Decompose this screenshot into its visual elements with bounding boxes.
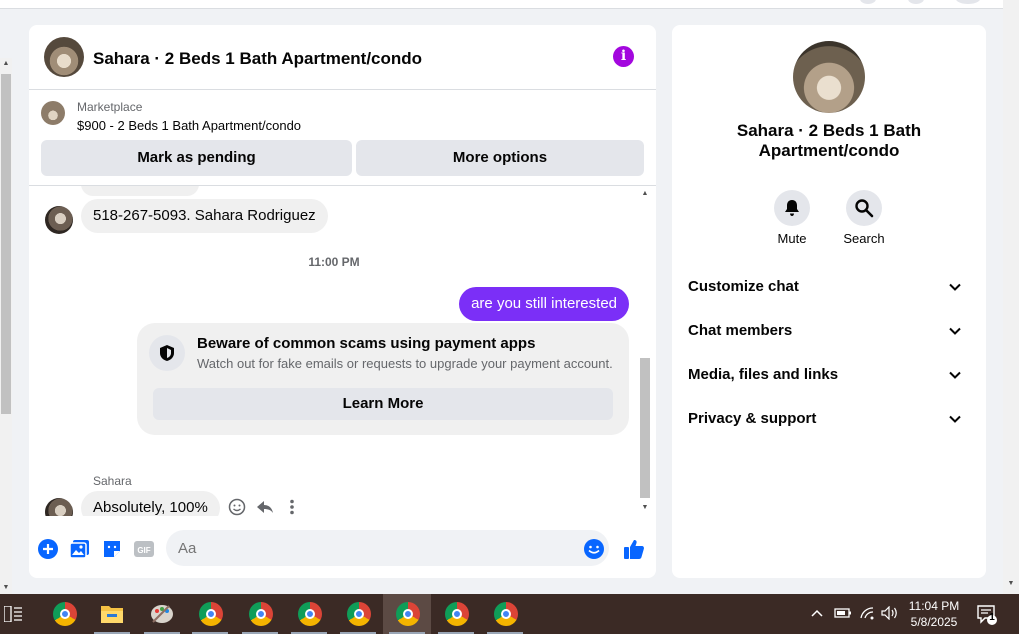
section-chat-members[interactable]: Chat members [688, 322, 972, 346]
chrome-profile-icon[interactable] [334, 594, 382, 634]
more-options-button[interactable]: More options [356, 140, 644, 176]
info-icon[interactable]: i [613, 46, 634, 67]
conversation-info-panel: Sahara · 2 Beds 1 Bath Apartment/condo M… [672, 25, 986, 578]
scroll-down-arrow[interactable]: ▼ [1003, 580, 1019, 592]
chrome-profile-icon[interactable] [236, 594, 284, 634]
mute-label: Mute [777, 231, 807, 246]
file-explorer-icon[interactable] [88, 594, 136, 634]
reply-icon[interactable] [256, 498, 274, 516]
message-scrollbar[interactable]: ▲ ▼ [638, 186, 652, 516]
mark-as-pending-button[interactable]: Mark as pending [41, 140, 352, 176]
conversation-avatar[interactable] [44, 37, 84, 77]
chat-header: Sahara · 2 Beds 1 Bath Apartment/condo i [29, 25, 656, 90]
left-scrollbar[interactable]: ▲ ▼ [0, 58, 12, 594]
shield-icon [149, 335, 185, 371]
section-privacy-support[interactable]: Privacy & support [688, 410, 972, 434]
chevron-down-icon [949, 327, 961, 335]
chrome-taskbar-icon[interactable] [40, 594, 88, 634]
react-emoji-icon[interactable] [228, 498, 246, 516]
scroll-up-arrow[interactable]: ▲ [638, 190, 652, 197]
page-scrollbar[interactable]: ▼ [1003, 0, 1019, 594]
section-label: Privacy & support [688, 410, 817, 427]
chrome-profile-icon[interactable] [432, 594, 480, 634]
section-customize-chat[interactable]: Customize chat [688, 278, 972, 302]
scroll-down-arrow[interactable]: ▼ [0, 582, 12, 594]
bell-icon [785, 200, 799, 216]
profile-avatar[interactable] [956, 0, 980, 4]
wifi-icon[interactable] [859, 606, 875, 623]
marketplace-label: Marketplace [77, 100, 143, 114]
incoming-message[interactable]: 518-267-5093. Sahara Rodriguez [81, 199, 328, 233]
task-view-icon[interactable] [0, 594, 28, 634]
info-title: Sahara · 2 Beds 1 Bath Apartment/condo [736, 121, 922, 160]
scroll-up-arrow[interactable]: ▲ [0, 58, 12, 70]
chrome-profile-icon-active[interactable] [383, 594, 431, 634]
clock-time: 11:04 PM [908, 599, 960, 613]
sender-avatar[interactable] [45, 206, 73, 234]
timestamp-separator: 11:00 PM [308, 255, 360, 269]
top-icon[interactable] [908, 0, 924, 4]
section-media-files-links[interactable]: Media, files and links [688, 366, 972, 390]
notification-center-icon[interactable]: 1 [976, 604, 998, 629]
paint-icon[interactable] [138, 594, 186, 634]
section-label: Media, files and links [688, 366, 839, 383]
notification-count: 1 [989, 612, 995, 623]
incoming-message[interactable]: Absolutely, 100% [81, 491, 220, 516]
windows-taskbar: 11:04 PM 5/8/2025 1 [0, 594, 1019, 634]
message-input[interactable] [166, 530, 609, 566]
message-list: 518-267-5093. Sahara Rodriguez 11:00 PM … [29, 186, 656, 516]
listing-thumbnail[interactable] [41, 101, 65, 125]
top-icon[interactable] [860, 0, 876, 4]
gif-icon[interactable]: GIF [133, 538, 155, 560]
scroll-thumb[interactable] [640, 358, 650, 498]
previous-message-bubble [81, 186, 199, 196]
chevron-down-icon [949, 371, 961, 379]
scam-warning-card: Beware of common scams using payment app… [137, 323, 629, 435]
sender-avatar[interactable] [45, 498, 73, 516]
scam-warning-title: Beware of common scams using payment app… [197, 335, 536, 352]
search-icon [855, 199, 874, 218]
scroll-down-arrow[interactable]: ▼ [638, 504, 652, 511]
section-label: Chat members [688, 322, 793, 339]
chevron-up-icon[interactable] [810, 606, 824, 623]
system-clock[interactable]: 11:04 PM 5/8/2025 [905, 598, 963, 630]
chrome-profile-icon[interactable] [481, 594, 529, 634]
battery-icon[interactable] [834, 606, 852, 623]
composer: GIF [29, 525, 656, 573]
mute-button[interactable] [774, 190, 810, 226]
volume-icon[interactable] [881, 605, 899, 623]
more-actions-icon[interactable] [286, 498, 298, 516]
sender-name: Sahara [93, 474, 132, 488]
clock-date: 5/8/2025 [910, 615, 958, 629]
chat-panel: Sahara · 2 Beds 1 Bath Apartment/condo i… [29, 25, 656, 578]
photo-icon[interactable] [69, 538, 91, 560]
scroll-thumb[interactable] [1, 74, 11, 414]
listing-title[interactable]: $900 - 2 Beds 1 Bath Apartment/condo [77, 118, 301, 133]
chevron-down-icon [949, 283, 961, 291]
chevron-down-icon [949, 415, 961, 423]
chrome-profile-icon[interactable] [186, 594, 234, 634]
outgoing-message[interactable]: are you still interested [459, 287, 629, 321]
search-label: Search [843, 231, 885, 246]
like-icon[interactable] [623, 538, 645, 560]
chat-title[interactable]: Sahara · 2 Beds 1 Bath Apartment/condo [93, 49, 422, 69]
sticker-icon[interactable] [101, 538, 123, 560]
search-button[interactable] [846, 190, 882, 226]
emoji-icon[interactable] [583, 538, 605, 560]
chrome-profile-icon[interactable] [285, 594, 333, 634]
plus-icon[interactable] [37, 538, 59, 560]
learn-more-button[interactable]: Learn More [153, 388, 613, 420]
scam-warning-text: Watch out for fake emails or requests to… [197, 356, 613, 371]
gif-label: GIF [137, 546, 150, 555]
section-label: Customize chat [688, 278, 799, 295]
conversation-avatar-large[interactable] [793, 41, 865, 113]
browser-top-strip [0, 0, 1003, 9]
